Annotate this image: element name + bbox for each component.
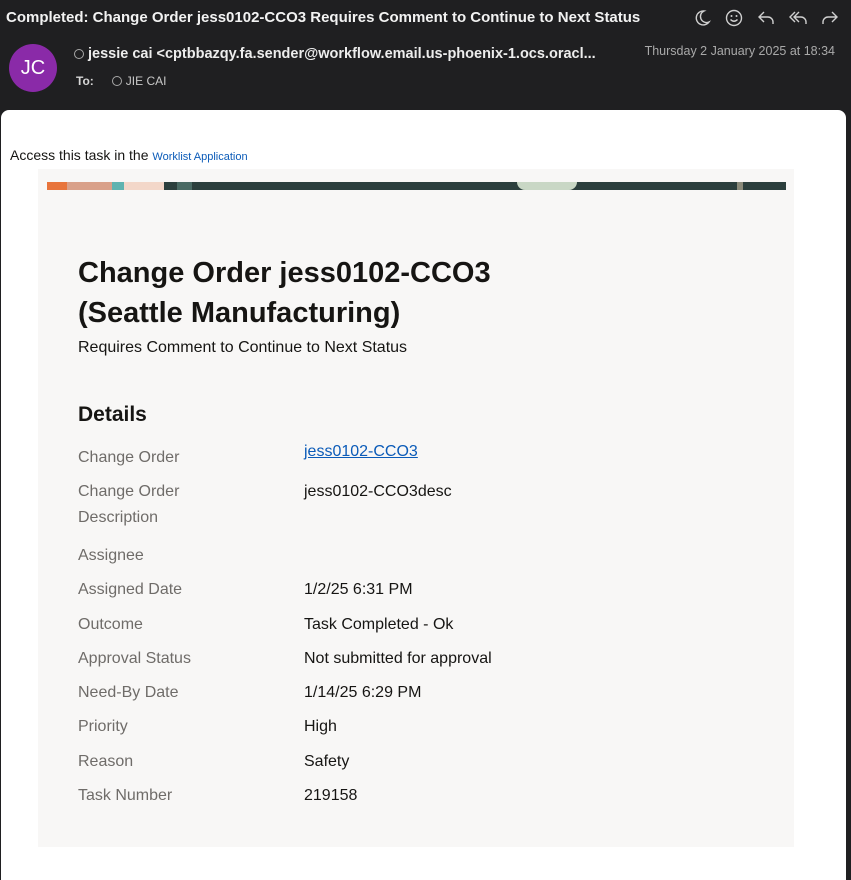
detail-value: jess0102-CCO3desc — [304, 483, 452, 500]
subtitle: Requires Comment to Continue to Next Sta… — [78, 339, 408, 356]
smiley-icon[interactable] — [723, 7, 745, 29]
title-line-1: Change Order jess0102-CCO3 — [78, 257, 491, 289]
email-date: Thursday 2 January 2025 at 18:34 — [644, 44, 835, 58]
title-line-2: (Seattle Manufacturing) — [78, 297, 401, 329]
detail-value: Task Completed - Ok — [304, 616, 454, 633]
toolbar — [691, 7, 841, 29]
detail-label: Change Order — [78, 449, 180, 466]
avatar[interactable]: JC — [9, 44, 57, 92]
moon-icon[interactable] — [691, 7, 713, 29]
detail-label: Change Order Description — [78, 483, 180, 526]
detail-label: Task Number — [78, 787, 173, 804]
sender-row: jessie cai <cptbbazqy.fa.sender@workflow… — [74, 46, 596, 62]
recipient[interactable]: JIE CAI — [126, 74, 167, 88]
forward-icon[interactable] — [819, 7, 841, 29]
change-order-link[interactable]: jess0102-CCO3 — [304, 439, 418, 465]
status-circle-icon — [111, 76, 122, 86]
detail-value: Safety — [304, 753, 350, 770]
detail-value: 1/14/25 6:29 PM — [304, 684, 422, 701]
reply-all-icon[interactable] — [787, 7, 809, 29]
detail-label: Need-By Date — [78, 684, 179, 701]
banner-image — [47, 182, 786, 190]
reply-icon[interactable] — [755, 7, 777, 29]
detail-label: Reason — [78, 753, 134, 770]
detail-value: Not submitted for approval — [304, 650, 492, 667]
detail-label: Priority — [78, 718, 128, 735]
detail-label: Approval Status — [78, 650, 191, 667]
sender[interactable]: jessie cai <cptbbazqy.fa.sender@workflow… — [88, 46, 596, 62]
access-text: Access this task in the — [10, 147, 153, 163]
recipient-row: To: JIE CAI — [76, 74, 166, 88]
worklist-link[interactable]: Worklist Application — [152, 151, 247, 163]
detail-value: 219158 — [304, 787, 358, 804]
detail-value: 1/2/25 6:31 PM — [304, 581, 413, 598]
notification-card: Change Order jess0102-CCO3 (Seattle Manu… — [38, 169, 794, 847]
access-line: Access this task in the Worklist Applica… — [10, 147, 248, 163]
detail-label: Assignee — [78, 547, 144, 564]
email-body: Access this task in the Worklist Applica… — [1, 110, 846, 880]
email-subject: Completed: Change Order jess0102-CCO3 Re… — [6, 9, 641, 26]
page-title: Change Order jess0102-CCO3 (Seattle Manu… — [78, 253, 678, 333]
title-bar: Completed: Change Order jess0102-CCO3 Re… — [0, 0, 851, 36]
to-label: To: — [76, 74, 94, 88]
details-heading: Details — [78, 403, 147, 426]
detail-label: Outcome — [78, 616, 143, 633]
detail-label: Assigned Date — [78, 581, 183, 598]
detail-value: High — [304, 718, 337, 735]
status-circle-icon — [74, 49, 84, 59]
